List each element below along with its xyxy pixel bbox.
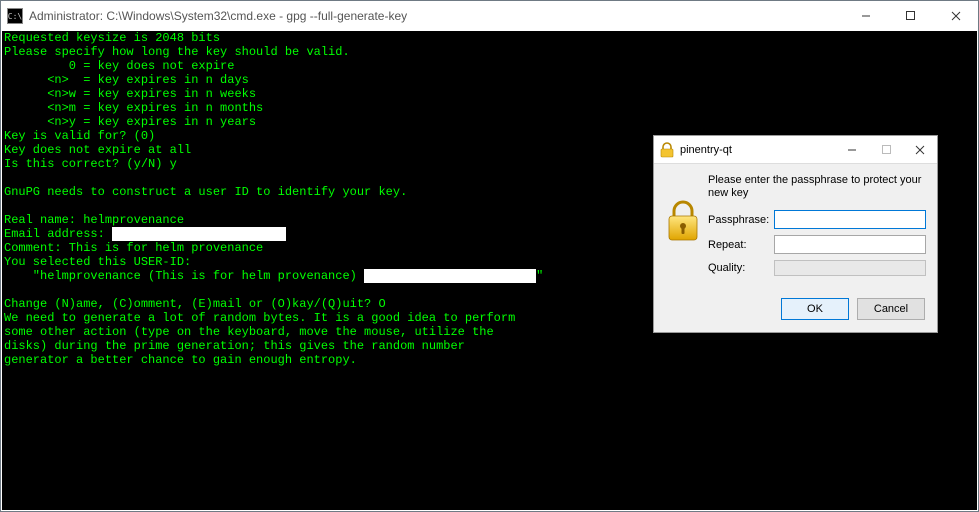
- minimize-button[interactable]: [843, 1, 888, 30]
- maximize-button[interactable]: [888, 1, 933, 30]
- minimize-icon: [847, 145, 857, 155]
- pinentry-description: Please enter the passphrase to protect y…: [708, 174, 926, 200]
- passphrase-input[interactable]: [774, 210, 926, 229]
- repeat-label: Repeat:: [708, 239, 774, 251]
- cancel-button[interactable]: Cancel: [857, 298, 925, 320]
- pinentry-minimize-button[interactable]: [835, 137, 869, 163]
- cmd-window-title: Administrator: C:\Windows\System32\cmd.e…: [29, 9, 407, 23]
- quality-meter: [774, 260, 926, 276]
- pinentry-title: pinentry-qt: [680, 144, 732, 156]
- close-icon: [915, 145, 925, 155]
- lock-icon: [660, 142, 674, 158]
- close-button[interactable]: [933, 1, 978, 30]
- redacted-userid-email: [364, 269, 536, 283]
- pinentry-titlebar[interactable]: pinentry-qt: [654, 136, 937, 164]
- redacted-email: [112, 227, 286, 241]
- pinentry-close-button[interactable]: [903, 137, 937, 163]
- maximize-icon: [882, 145, 891, 154]
- maximize-icon: [906, 11, 915, 20]
- cmd-icon: C:\: [7, 8, 23, 24]
- repeat-input[interactable]: [774, 235, 926, 254]
- lock-large-icon: [666, 200, 700, 242]
- passphrase-label: Passphrase:: [708, 214, 774, 226]
- cmd-titlebar[interactable]: C:\ Administrator: C:\Windows\System32\c…: [1, 1, 978, 31]
- minimize-icon: [861, 11, 871, 21]
- pinentry-maximize-button: [869, 137, 903, 163]
- pinentry-dialog: pinentry-qt: [653, 135, 938, 333]
- quality-label: Quality:: [708, 262, 774, 274]
- close-icon: [951, 11, 961, 21]
- ok-button[interactable]: OK: [781, 298, 849, 320]
